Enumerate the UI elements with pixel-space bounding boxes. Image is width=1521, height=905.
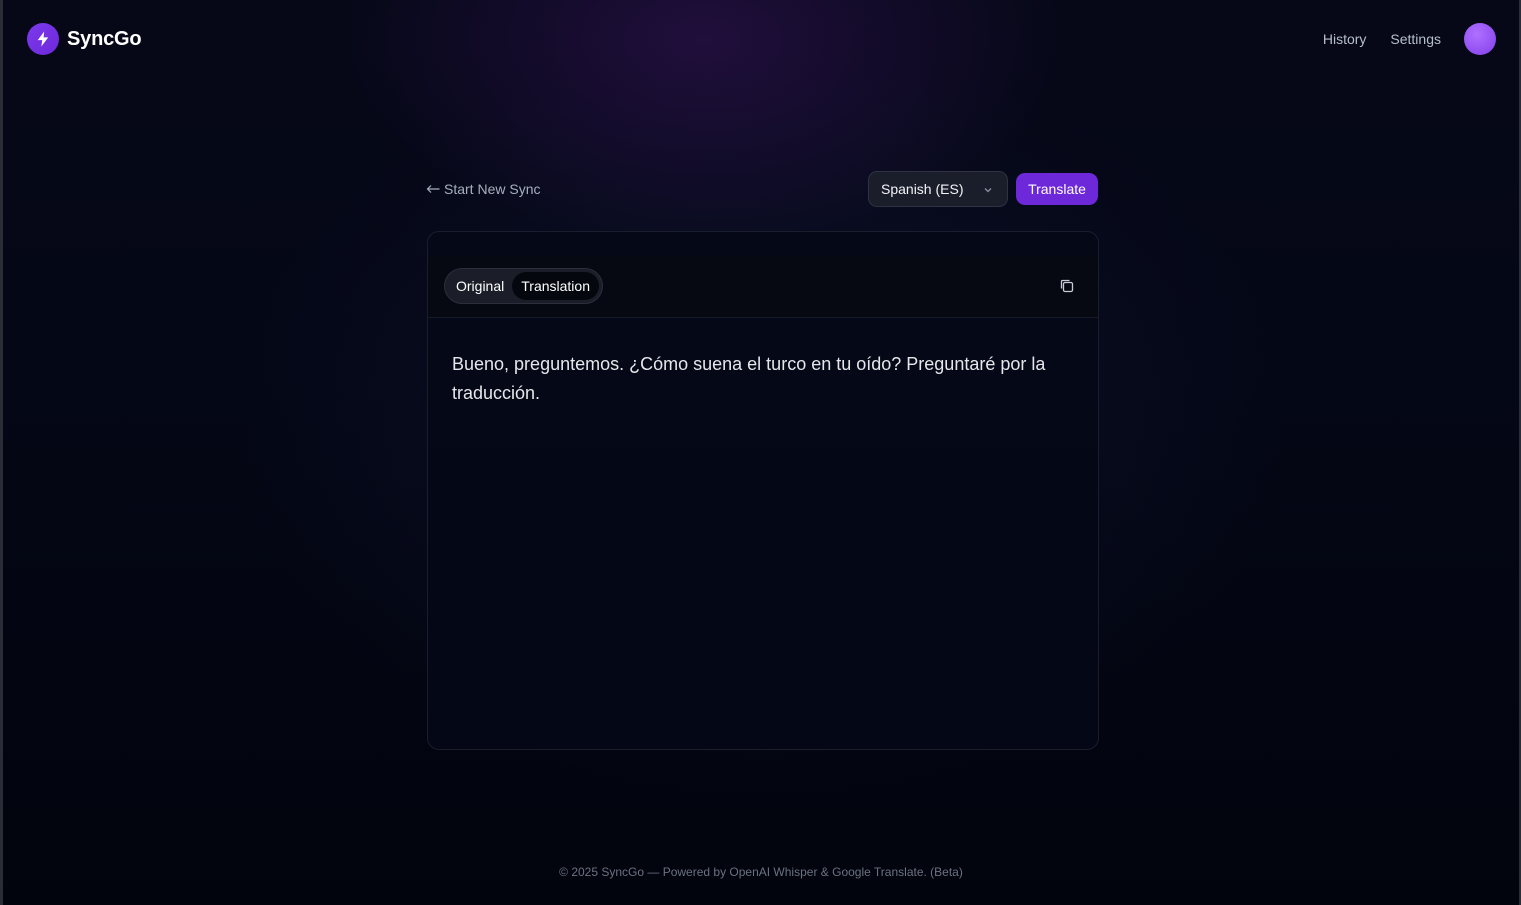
header: SyncGo History Settings: [3, 0, 1519, 78]
start-new-sync-link[interactable]: Start New Sync: [426, 181, 540, 197]
logo[interactable]: SyncGo: [27, 23, 142, 55]
page: SyncGo History Settings Start New Sync S…: [0, 0, 1521, 905]
translate-button[interactable]: Translate: [1016, 173, 1098, 205]
language-select[interactable]: Spanish (ES): [868, 171, 1008, 207]
app-name: SyncGo: [67, 27, 142, 50]
arrow-left-icon: [426, 181, 440, 197]
start-new-sync-label: Start New Sync: [444, 181, 541, 197]
lightning-bolt-icon: [27, 23, 59, 55]
tab-translation[interactable]: Translation: [512, 272, 599, 300]
view-toggle: Original Translation: [444, 268, 603, 304]
translation-text: Bueno, preguntemos. ¿Cómo suena el turco…: [452, 354, 1046, 403]
card-header: Original Translation: [428, 256, 1098, 318]
tab-original[interactable]: Original: [448, 272, 512, 300]
top-nav: History Settings: [1299, 31, 1441, 47]
chevron-down-icon: [982, 183, 994, 199]
nav-history-link[interactable]: History: [1323, 31, 1367, 47]
copy-icon[interactable]: [1058, 277, 1076, 295]
footer: © 2025 SyncGo — Powered by OpenAI Whispe…: [559, 865, 963, 879]
language-select-value: Spanish (ES): [881, 181, 964, 197]
user-avatar[interactable]: [1464, 23, 1496, 55]
nav-settings-link[interactable]: Settings: [1390, 31, 1441, 47]
result-card: Original Translation Bueno, preguntemos.…: [427, 231, 1099, 750]
